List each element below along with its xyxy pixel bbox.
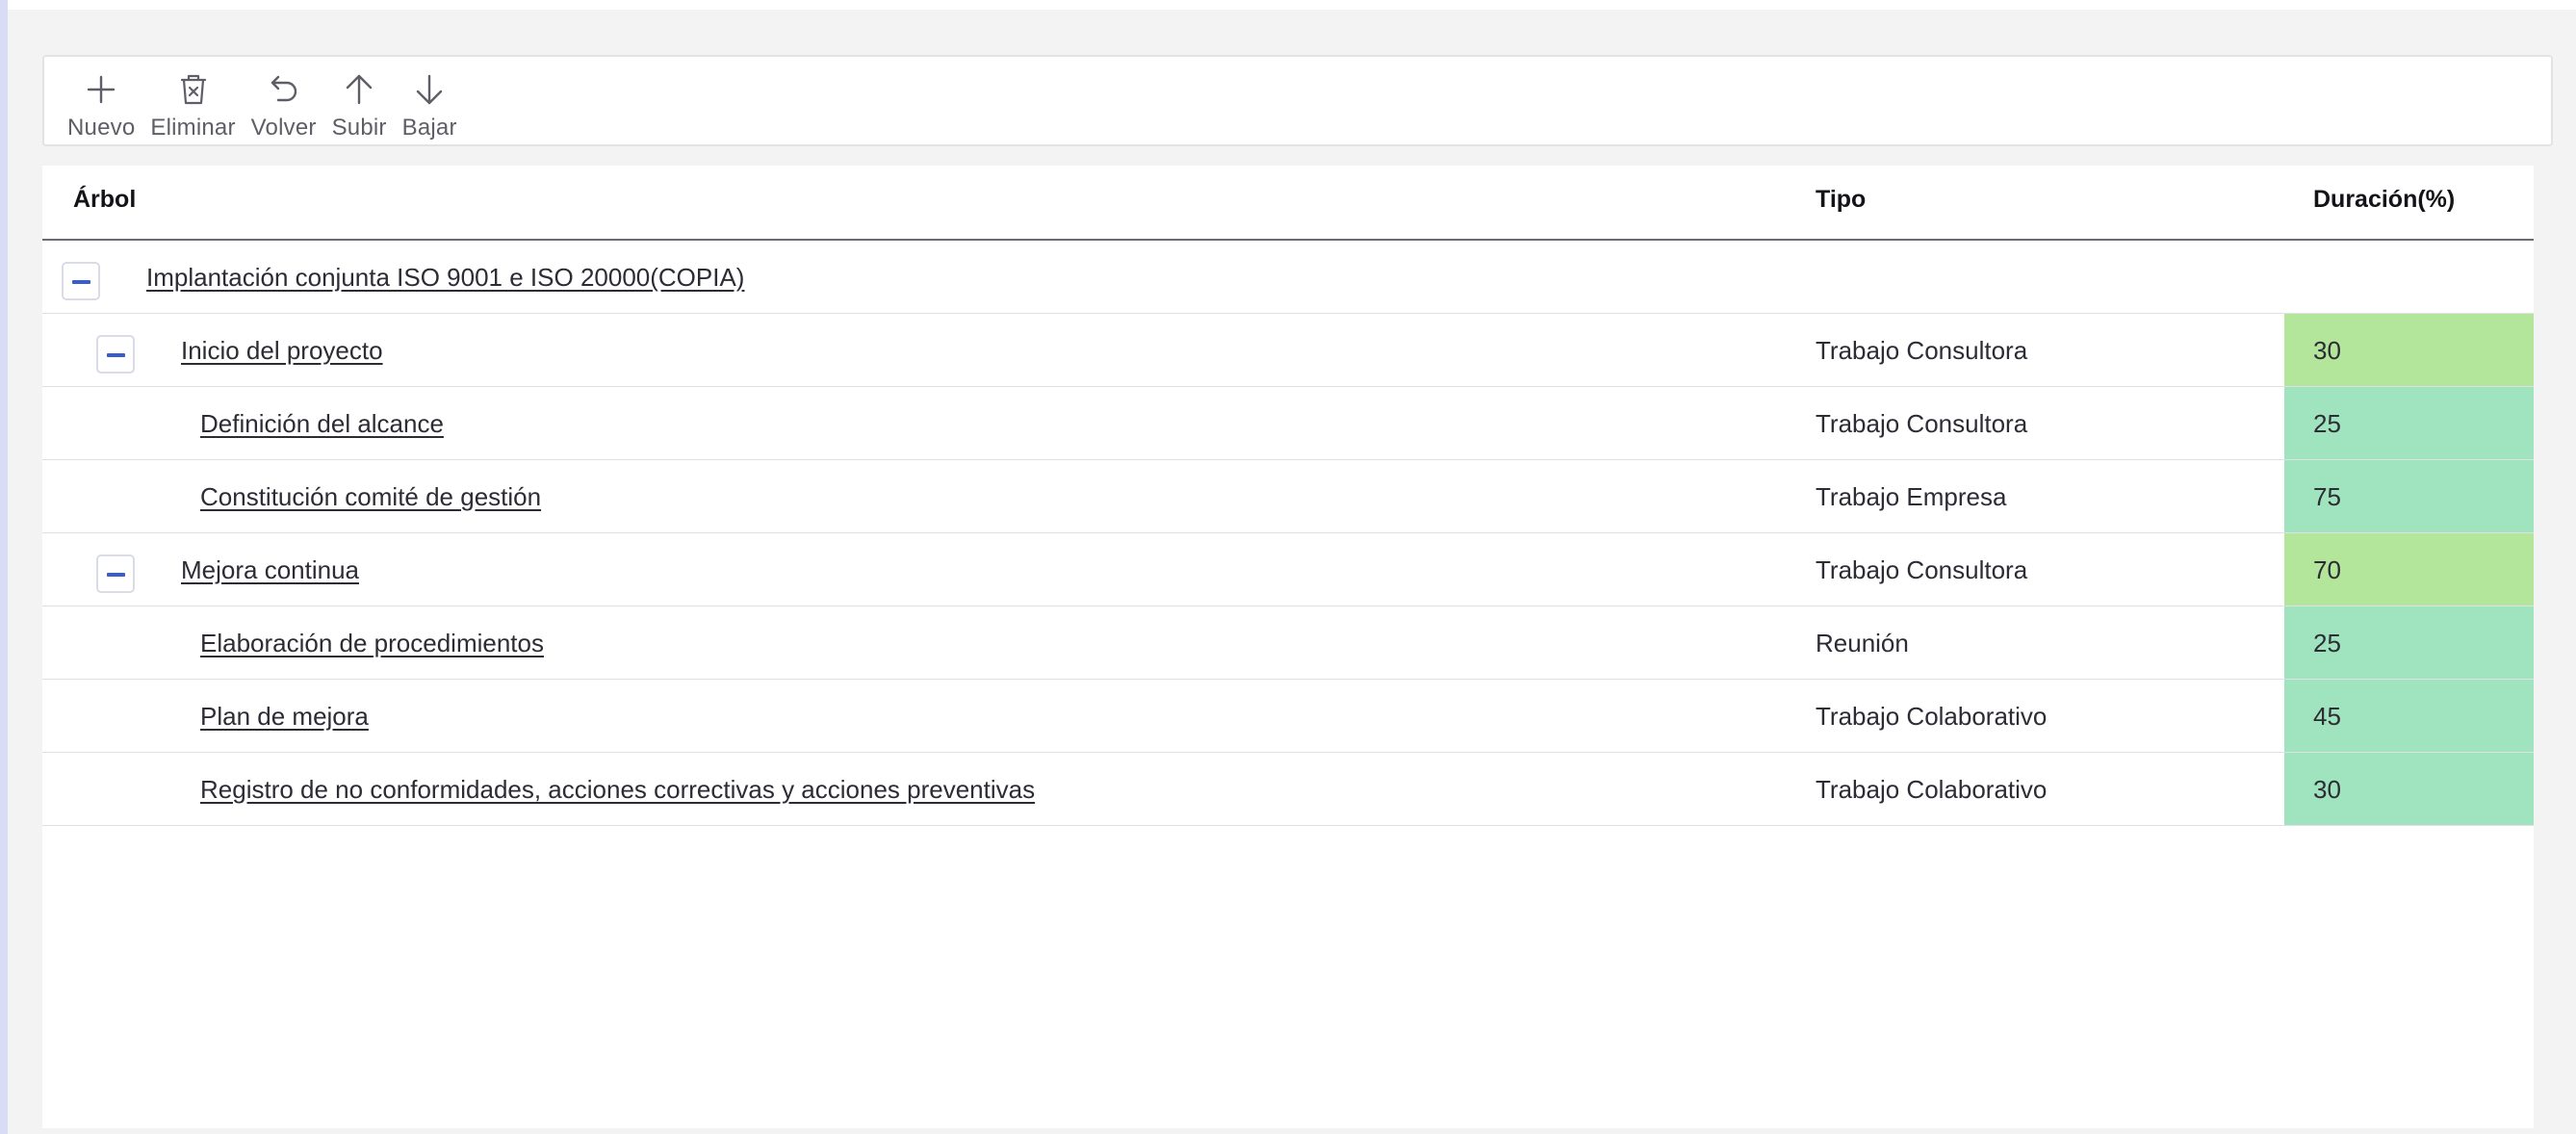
tree-node-link[interactable]: Registro de no conformidades, acciones c… [200, 753, 1035, 826]
tipo-cell: Reunión [1816, 629, 1909, 657]
duration-cell: 30 [2284, 753, 2534, 825]
back-button-label: Volver [250, 115, 317, 141]
back-button[interactable]: Volver [251, 66, 317, 142]
undo-icon [270, 75, 296, 102]
table-row[interactable]: Mejora continua Trabajo Consultora 70 [42, 533, 2534, 606]
table-header: Árbol Tipo Duración(%) [42, 166, 2534, 241]
tree-node-link[interactable]: Definición del alcance [200, 387, 444, 460]
table-row[interactable]: Elaboración de procedimientos Reunión 25 [42, 606, 2534, 680]
tree-node-link[interactable]: Inicio del proyecto [181, 314, 383, 387]
table-row[interactable]: Registro de no conformidades, acciones c… [42, 753, 2534, 826]
table-row[interactable]: Constitución comité de gestión Trabajo E… [42, 460, 2534, 533]
tipo-cell: Trabajo Consultora [1816, 409, 2028, 438]
top-strip [8, 0, 2576, 10]
tree-node-link[interactable]: Plan de mejora [200, 680, 369, 753]
arrow-up-icon [346, 74, 373, 105]
left-rail [0, 0, 8, 1134]
tree-node-link[interactable]: Elaboración de procedimientos [200, 606, 544, 680]
move-up-button[interactable]: Subir [332, 66, 387, 142]
trash-icon [180, 74, 206, 105]
tipo-cell: Trabajo Consultora [1816, 336, 2028, 365]
collapse-toggle[interactable] [96, 554, 135, 593]
move-up-button-label: Subir [331, 115, 387, 141]
table-row[interactable]: Inicio del proyecto Trabajo Consultora 3… [42, 314, 2534, 387]
tipo-cell: Trabajo Empresa [1816, 482, 2007, 511]
collapse-toggle[interactable] [62, 262, 100, 300]
move-down-button[interactable]: Bajar [402, 66, 457, 142]
column-header-arbol[interactable]: Árbol [73, 166, 136, 241]
tree-node-link[interactable]: Constitución comité de gestión [200, 460, 541, 533]
duration-cell: 45 [2284, 680, 2534, 752]
duration-cell: 25 [2284, 387, 2534, 459]
tipo-cell: Trabajo Consultora [1816, 555, 2028, 584]
collapse-toggle[interactable] [96, 335, 135, 374]
table-row[interactable]: Definición del alcance Trabajo Consultor… [42, 387, 2534, 460]
delete-button-label: Eliminar [150, 115, 236, 141]
duration-cell: 70 [2284, 533, 2534, 606]
table-row[interactable]: Implantación conjunta ISO 9001 e ISO 200… [42, 241, 2534, 314]
tipo-cell: Trabajo Colaborativo [1816, 775, 2048, 804]
plus-icon [87, 75, 116, 104]
duration-cell: 30 [2284, 314, 2534, 386]
move-down-button-label: Bajar [401, 115, 457, 141]
new-button[interactable]: Nuevo [67, 66, 135, 142]
column-header-duracion[interactable]: Duración(%) [2313, 166, 2455, 241]
duration-cell: 75 [2284, 460, 2534, 532]
column-header-tipo[interactable]: Tipo [1816, 166, 1866, 241]
table-row[interactable]: Plan de mejora Trabajo Colaborativo 45 [42, 680, 2534, 753]
delete-button[interactable]: Eliminar [150, 66, 235, 142]
duration-cell: 25 [2284, 606, 2534, 679]
arrow-down-icon [416, 74, 443, 105]
new-button-label: Nuevo [67, 115, 136, 141]
toolbar: Nuevo Eliminar Volver Subir Bajar [42, 55, 2553, 146]
tree-table: Árbol Tipo Duración(%) Implantación conj… [42, 166, 2534, 1128]
tree-node-link[interactable]: Mejora continua [181, 533, 359, 606]
tipo-cell: Trabajo Colaborativo [1816, 702, 2048, 731]
tree-node-link[interactable]: Implantación conjunta ISO 9001 e ISO 200… [146, 241, 744, 314]
